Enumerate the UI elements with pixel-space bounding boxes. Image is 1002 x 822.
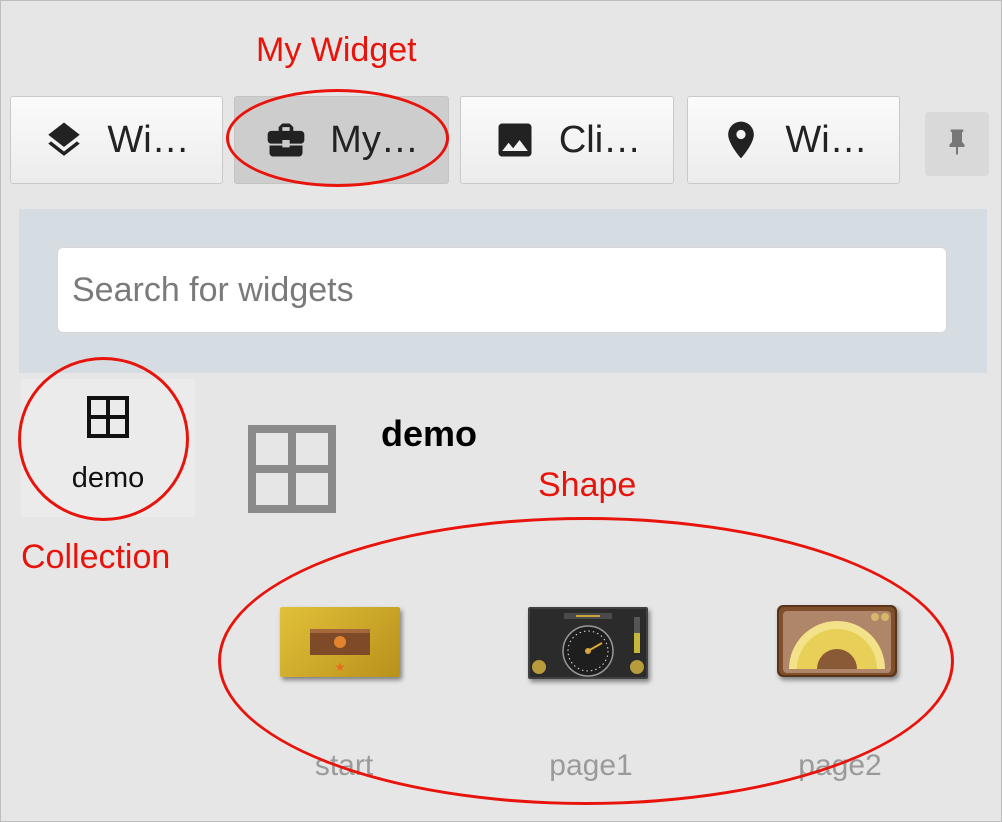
search-panel <box>19 209 987 373</box>
svg-text:★: ★ <box>335 660 346 674</box>
shape-thumbnail-page1[interactable] <box>528 607 648 679</box>
shape-thumbnail-page2[interactable] <box>777 605 897 677</box>
tab-label: Wi… <box>785 118 868 161</box>
image-icon <box>493 118 537 162</box>
shape-label-page2: page2 <box>798 749 882 782</box>
shape-thumbnail-start[interactable]: ★ <box>280 607 400 677</box>
search-input[interactable] <box>57 247 947 333</box>
pin-button[interactable] <box>925 112 989 176</box>
tab-my-widget[interactable]: My… <box>234 96 449 184</box>
tab-widgets-layers[interactable]: Wi… <box>10 96 223 184</box>
grid-icon <box>86 395 130 444</box>
shape-label-start: start <box>314 749 374 782</box>
map-marker-icon <box>719 118 763 162</box>
shape-label-page1: page1 <box>549 749 633 782</box>
collection-item-demo[interactable]: demo <box>21 379 195 517</box>
tab-label: Wi… <box>107 118 190 161</box>
collection-label: demo <box>71 462 145 494</box>
collection-title: demo <box>381 413 478 454</box>
briefcase-icon <box>264 118 308 162</box>
annotation-shape: Shape <box>538 466 637 504</box>
tab-label: Cli… <box>558 118 642 161</box>
tab-label: My… <box>330 118 419 161</box>
tab-widgets-map[interactable]: Wi… <box>687 96 900 184</box>
annotation-collection: Collection <box>21 538 171 576</box>
annotation-my-widget: My Widget <box>256 31 417 69</box>
pin-icon <box>942 127 972 162</box>
tab-clipart[interactable]: Cli… <box>460 96 674 184</box>
collection-grid-icon <box>248 425 336 518</box>
layers-icon <box>43 119 85 161</box>
